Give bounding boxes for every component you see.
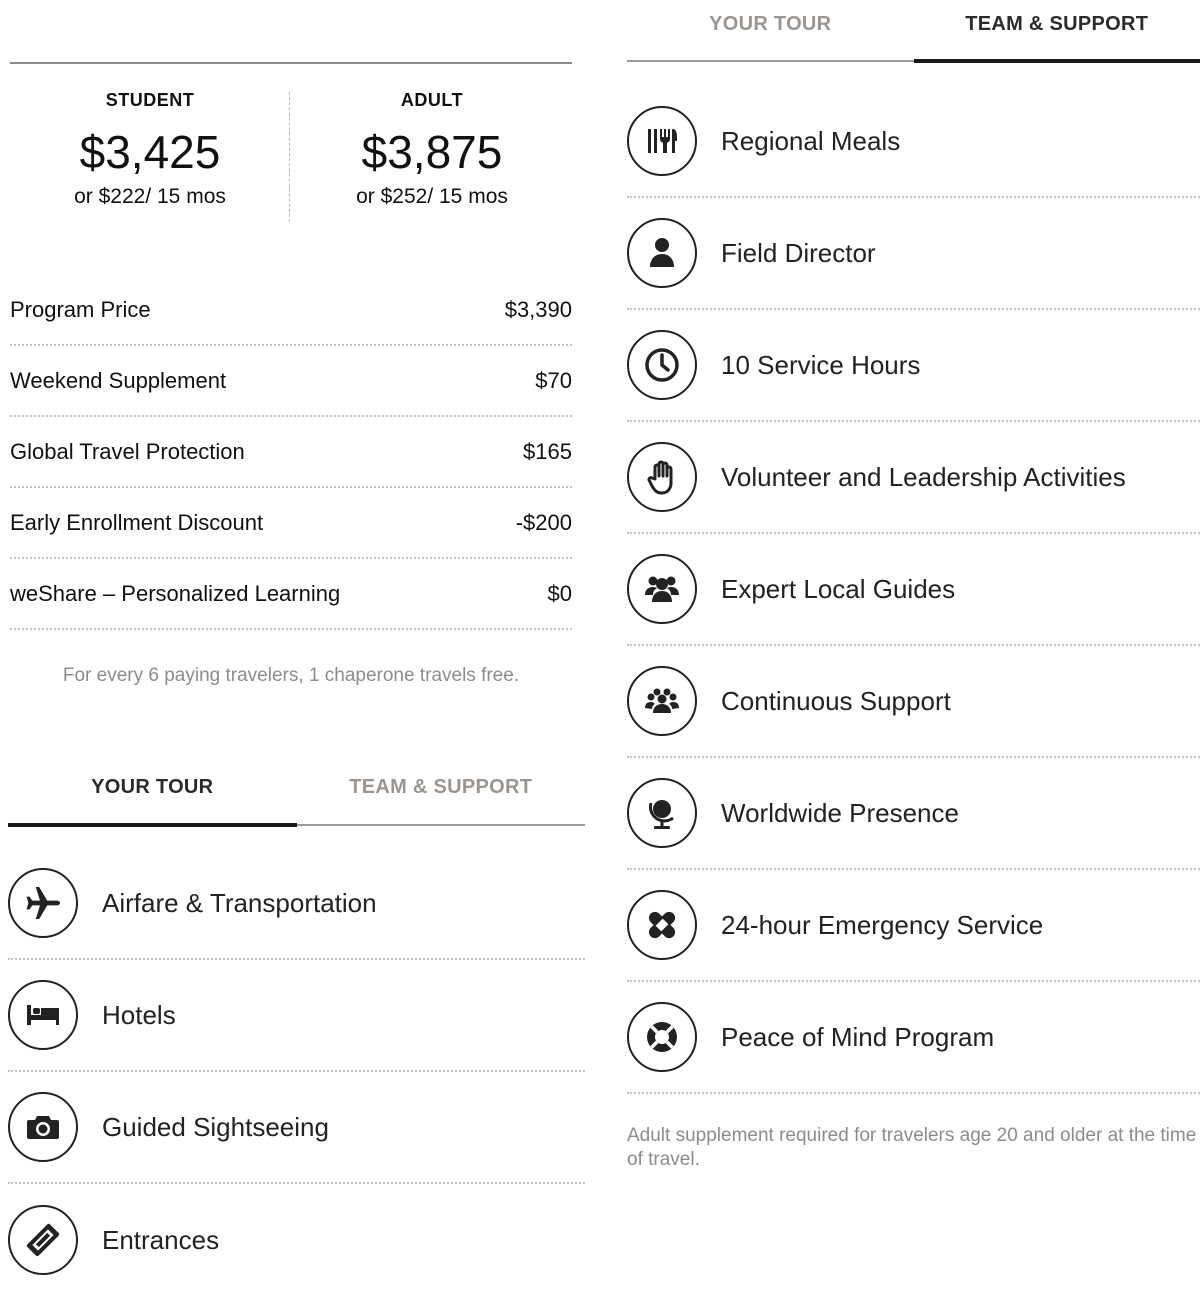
feature-label: Peace of Mind Program xyxy=(721,1022,994,1053)
bed-icon xyxy=(8,980,78,1050)
price-column-divider xyxy=(289,92,290,222)
list-item-regional-meals: Regional Meals xyxy=(627,86,1200,198)
price-row-value: $70 xyxy=(535,368,572,394)
feature-label: 24-hour Emergency Service xyxy=(721,910,1043,941)
list-item-expert-guides: Expert Local Guides xyxy=(627,534,1200,646)
price-row-label: Program Price xyxy=(10,297,151,323)
tab-team-support[interactable]: TEAM & SUPPORT xyxy=(914,8,1200,60)
ticket-icon xyxy=(8,1205,78,1275)
tab-your-tour[interactable]: YOUR TOUR xyxy=(627,8,914,60)
price-row-value: $165 xyxy=(523,439,572,465)
list-item-emergency-service: 24-hour Emergency Service xyxy=(627,870,1200,982)
price-row-weshare: weShare – Personalized Learning $0 xyxy=(10,559,572,630)
student-price: $3,425 xyxy=(10,129,290,175)
list-item-service-hours: 10 Service Hours xyxy=(627,310,1200,422)
feature-label: Expert Local Guides xyxy=(721,574,955,605)
list-item-entrances: Entrances xyxy=(8,1184,585,1296)
feature-label: Field Director xyxy=(721,238,876,269)
adult-price-block: ADULT $3,875 or $252/ 15 mos xyxy=(292,90,572,209)
student-label: STUDENT xyxy=(10,90,290,111)
adult-monthly-price: or $252/ 15 mos xyxy=(292,185,572,209)
bandage-icon xyxy=(627,890,697,960)
price-row-value: -$200 xyxy=(516,510,572,536)
person-icon xyxy=(627,218,697,288)
tab-team-support[interactable]: TEAM & SUPPORT xyxy=(297,772,586,824)
pricing-panel: STUDENT $3,425 or $222/ 15 mos ADULT $3,… xyxy=(0,0,600,1293)
support-tabs: YOUR TOUR TEAM & SUPPORT xyxy=(627,8,1200,62)
list-item-guided-sightseeing: Guided Sightseeing xyxy=(8,1072,585,1184)
price-row-program-price: Program Price $3,390 xyxy=(10,275,572,346)
feature-label: Regional Meals xyxy=(721,126,900,157)
list-item-volunteer-leadership: Volunteer and Leadership Activities xyxy=(627,422,1200,534)
price-row-label: Early Enrollment Discount xyxy=(10,510,263,536)
price-row-label: weShare – Personalized Learning xyxy=(10,581,340,607)
your-tour-list: Airfare & Transportation Hotels Guided S… xyxy=(8,848,585,1296)
camera-icon xyxy=(8,1092,78,1162)
price-row-label: Weekend Supplement xyxy=(10,368,226,394)
price-row-weekend-supplement: Weekend Supplement $70 xyxy=(10,346,572,417)
lifebuoy-icon xyxy=(627,1002,697,1072)
list-item-continuous-support: Continuous Support xyxy=(627,646,1200,758)
list-item-hotels: Hotels xyxy=(8,960,585,1072)
crowd-icon xyxy=(627,666,697,736)
feature-label: Volunteer and Leadership Activities xyxy=(721,462,1126,493)
utensils-icon xyxy=(627,106,697,176)
adult-supplement-note: Adult supplement required for travelers … xyxy=(627,1124,1200,1172)
hand-icon xyxy=(627,442,697,512)
list-item-worldwide-presence: Worldwide Presence xyxy=(627,758,1200,870)
price-breakdown: Program Price $3,390 Weekend Supplement … xyxy=(10,275,572,630)
feature-label: Continuous Support xyxy=(721,686,951,717)
feature-label: Entrances xyxy=(102,1225,219,1256)
price-row-early-enrollment-discount: Early Enrollment Discount -$200 xyxy=(10,488,572,559)
feature-label: Guided Sightseeing xyxy=(102,1112,329,1143)
group-icon xyxy=(627,554,697,624)
adult-label: ADULT xyxy=(292,90,572,111)
tab-your-tour[interactable]: YOUR TOUR xyxy=(8,772,297,824)
feature-label: Airfare & Transportation xyxy=(102,888,377,919)
chaperone-note: For every 6 paying travelers, 1 chaperon… xyxy=(10,665,572,687)
price-row-label: Global Travel Protection xyxy=(10,439,245,465)
student-monthly-price: or $222/ 15 mos xyxy=(10,185,290,209)
price-row-value: $3,390 xyxy=(505,297,572,323)
adult-price: $3,875 xyxy=(292,129,572,175)
feature-label: Hotels xyxy=(102,1000,176,1031)
clock-icon xyxy=(627,330,697,400)
list-item-airfare: Airfare & Transportation xyxy=(8,848,585,960)
globe-icon xyxy=(627,778,697,848)
team-support-list: Regional Meals Field Director 10 Service… xyxy=(627,86,1200,1094)
student-price-block: STUDENT $3,425 or $222/ 15 mos xyxy=(10,90,290,209)
feature-label: 10 Service Hours xyxy=(721,350,920,381)
list-item-field-director: Field Director xyxy=(627,198,1200,310)
feature-label: Worldwide Presence xyxy=(721,798,959,829)
airplane-icon xyxy=(8,868,78,938)
tour-tabs: YOUR TOUR TEAM & SUPPORT xyxy=(8,772,585,826)
price-row-travel-protection: Global Travel Protection $165 xyxy=(10,417,572,488)
price-row-value: $0 xyxy=(548,581,572,607)
top-divider xyxy=(10,62,572,64)
list-item-peace-of-mind: Peace of Mind Program xyxy=(627,982,1200,1094)
